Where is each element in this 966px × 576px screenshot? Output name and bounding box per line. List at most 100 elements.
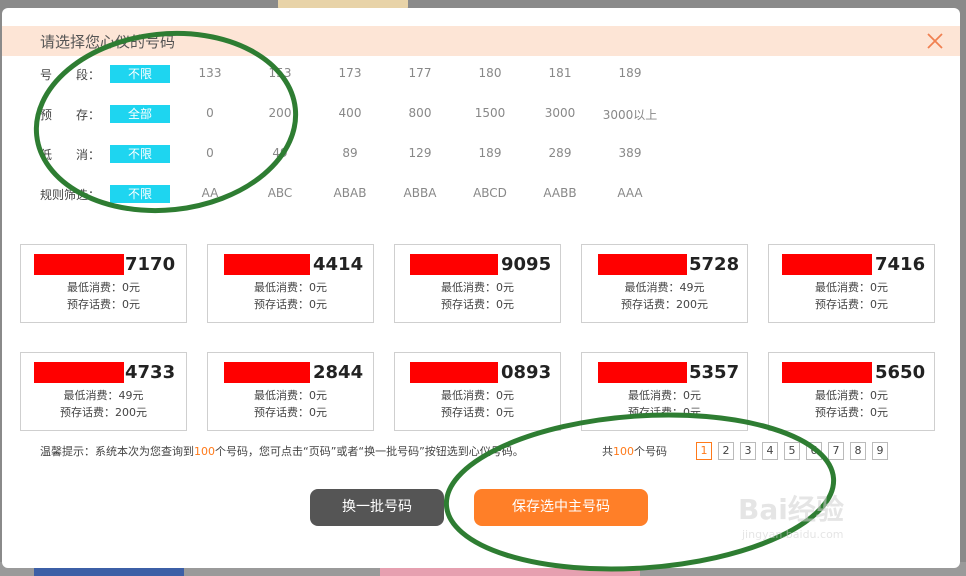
- page-button[interactable]: 2: [718, 442, 734, 460]
- modal-header: 请选择您心仪的号码: [2, 26, 960, 56]
- prestore-fee: 预存话费：0元: [67, 298, 140, 311]
- min-fee: 最低消费：0元: [628, 389, 701, 402]
- min-fee: 最低消费：0元: [254, 389, 327, 402]
- min-fee: 最低消费：49元: [63, 389, 144, 402]
- filter-option[interactable]: ABAB: [315, 186, 385, 200]
- filter-option[interactable]: 289: [525, 146, 595, 160]
- filter-option[interactable]: 3000: [525, 106, 595, 120]
- filter-option[interactable]: 不限: [110, 65, 170, 83]
- number-card[interactable]: 7416 最低消费：0元 预存话费：0元: [768, 244, 935, 323]
- page-button[interactable]: 7: [828, 442, 844, 460]
- filter-option[interactable]: 173: [315, 66, 385, 80]
- filter-option[interactable]: 不限: [110, 185, 170, 203]
- filter-row: 低 消： 不限 0 49 89 129 189 289 389: [2, 145, 960, 163]
- prestore-fee: 预存话费：0元: [815, 406, 888, 419]
- filter-option[interactable]: 181: [525, 66, 595, 80]
- filter-option[interactable]: AAA: [595, 186, 665, 200]
- redaction-block: [598, 254, 687, 275]
- tip-suffix: 个号码，您可点击“页码”或者“换一批号码”按钮选到心仪号码。: [215, 445, 524, 458]
- min-fee: 最低消费：0元: [815, 281, 888, 294]
- filter-option[interactable]: 177: [385, 66, 455, 80]
- phone-number: 5650: [769, 361, 934, 385]
- prestore-fee: 预存话费：0元: [628, 406, 701, 419]
- filter-option[interactable]: 0: [175, 106, 245, 120]
- number-card[interactable]: 7170 最低消费：0元 预存话费：0元: [20, 244, 187, 323]
- filter-option[interactable]: 1500: [455, 106, 525, 120]
- filter-option[interactable]: ABBA: [385, 186, 455, 200]
- page-button[interactable]: 6: [806, 442, 822, 460]
- filter-label: 低 消：: [40, 148, 101, 162]
- filter-option[interactable]: ABC: [245, 186, 315, 200]
- phone-number: 7416: [769, 253, 934, 277]
- number-suffix: 9095: [501, 254, 552, 275]
- filter-option[interactable]: 89: [315, 146, 385, 160]
- number-suffix: 4414: [313, 254, 364, 275]
- filter-option[interactable]: AABB: [525, 186, 595, 200]
- filter-option[interactable]: 153: [245, 66, 315, 80]
- filter-option[interactable]: AA: [175, 186, 245, 200]
- filter-option[interactable]: 180: [455, 66, 525, 80]
- redaction-block: [34, 362, 124, 383]
- prestore-fee: 预存话费：0元: [815, 298, 888, 311]
- phone-number: 0893: [395, 361, 560, 385]
- page-button[interactable]: 9: [872, 442, 888, 460]
- redaction-block: [34, 254, 124, 275]
- prestore-fee: 预存话费：200元: [621, 298, 708, 311]
- page-button[interactable]: 1: [696, 442, 712, 460]
- close-button[interactable]: [924, 30, 946, 52]
- save-number-button[interactable]: 保存选中主号码: [474, 489, 648, 526]
- modal-title: 请选择您心仪的号码: [40, 33, 176, 51]
- filter-option[interactable]: 800: [385, 106, 455, 120]
- number-card[interactable]: 5357 最低消费：0元 预存话费：0元: [581, 352, 748, 431]
- filter-option[interactable]: 189: [455, 146, 525, 160]
- filter-option[interactable]: 不限: [110, 145, 170, 163]
- redaction-block: [598, 362, 687, 383]
- redaction-block: [782, 254, 872, 275]
- number-card[interactable]: 4414 最低消费：0元 预存话费：0元: [207, 244, 374, 323]
- number-suffix: 2844: [313, 362, 364, 383]
- filter-row: 规则筛选： 不限 AA ABC ABAB ABBA ABCD AABB AAA: [2, 185, 960, 203]
- filter-option[interactable]: 389: [595, 146, 665, 160]
- filter-option[interactable]: 189: [595, 66, 665, 80]
- filter-option[interactable]: ABCD: [455, 186, 525, 200]
- filter-option[interactable]: 3000以上: [595, 106, 665, 123]
- redaction-block: [410, 254, 498, 275]
- filter-option[interactable]: 129: [385, 146, 455, 160]
- number-card[interactable]: 9095 最低消费：0元 预存话费：0元: [394, 244, 561, 323]
- min-fee: 最低消费：49元: [624, 281, 705, 294]
- page-button[interactable]: 8: [850, 442, 866, 460]
- number-select-modal: 请选择您心仪的号码 号 段： 不限 133 153 173 177 180 181 189 预 存…: [2, 8, 960, 568]
- number-card[interactable]: 0893 最低消费：0元 预存话费：0元: [394, 352, 561, 431]
- filter-row: 预 存： 全部 0 200 400 800 1500 3000 3000以上: [2, 105, 960, 123]
- filter-label: 规则筛选：: [40, 188, 101, 202]
- total-number: 100: [613, 445, 634, 458]
- total-suffix: 个号码: [634, 445, 667, 458]
- min-fee: 最低消费：0元: [815, 389, 888, 402]
- number-card[interactable]: 4733 最低消费：49元 预存话费：200元: [20, 352, 187, 431]
- min-fee: 最低消费：0元: [441, 389, 514, 402]
- number-suffix: 5650: [875, 362, 926, 383]
- close-icon: [927, 33, 943, 49]
- total-count: 共100个号码: [602, 443, 667, 459]
- filter-option[interactable]: 200: [245, 106, 315, 120]
- phone-number: 9095: [395, 253, 560, 277]
- filter-label: 号 段：: [40, 68, 101, 82]
- redaction-block: [224, 362, 310, 383]
- prestore-fee: 预存话费：0元: [254, 298, 327, 311]
- tip-count: 100: [194, 445, 215, 458]
- number-card[interactable]: 2844 最低消费：0元 预存话费：0元: [207, 352, 374, 431]
- refresh-numbers-button[interactable]: 换一批号码: [310, 489, 444, 526]
- filter-option[interactable]: 133: [175, 66, 245, 80]
- filter-option[interactable]: 49: [245, 146, 315, 160]
- number-card[interactable]: 5728 最低消费：49元 预存话费：200元: [581, 244, 748, 323]
- page-button[interactable]: 3: [740, 442, 756, 460]
- filter-option[interactable]: 全部: [110, 105, 170, 123]
- tip-prefix: 温馨提示：系统本次为您查询到: [40, 445, 194, 458]
- page-button[interactable]: 4: [762, 442, 778, 460]
- phone-number: 4414: [208, 253, 373, 277]
- filter-option[interactable]: 0: [175, 146, 245, 160]
- page-button[interactable]: 5: [784, 442, 800, 460]
- filter-option[interactable]: 400: [315, 106, 385, 120]
- total-prefix: 共: [602, 445, 613, 458]
- number-card[interactable]: 5650 最低消费：0元 预存话费：0元: [768, 352, 935, 431]
